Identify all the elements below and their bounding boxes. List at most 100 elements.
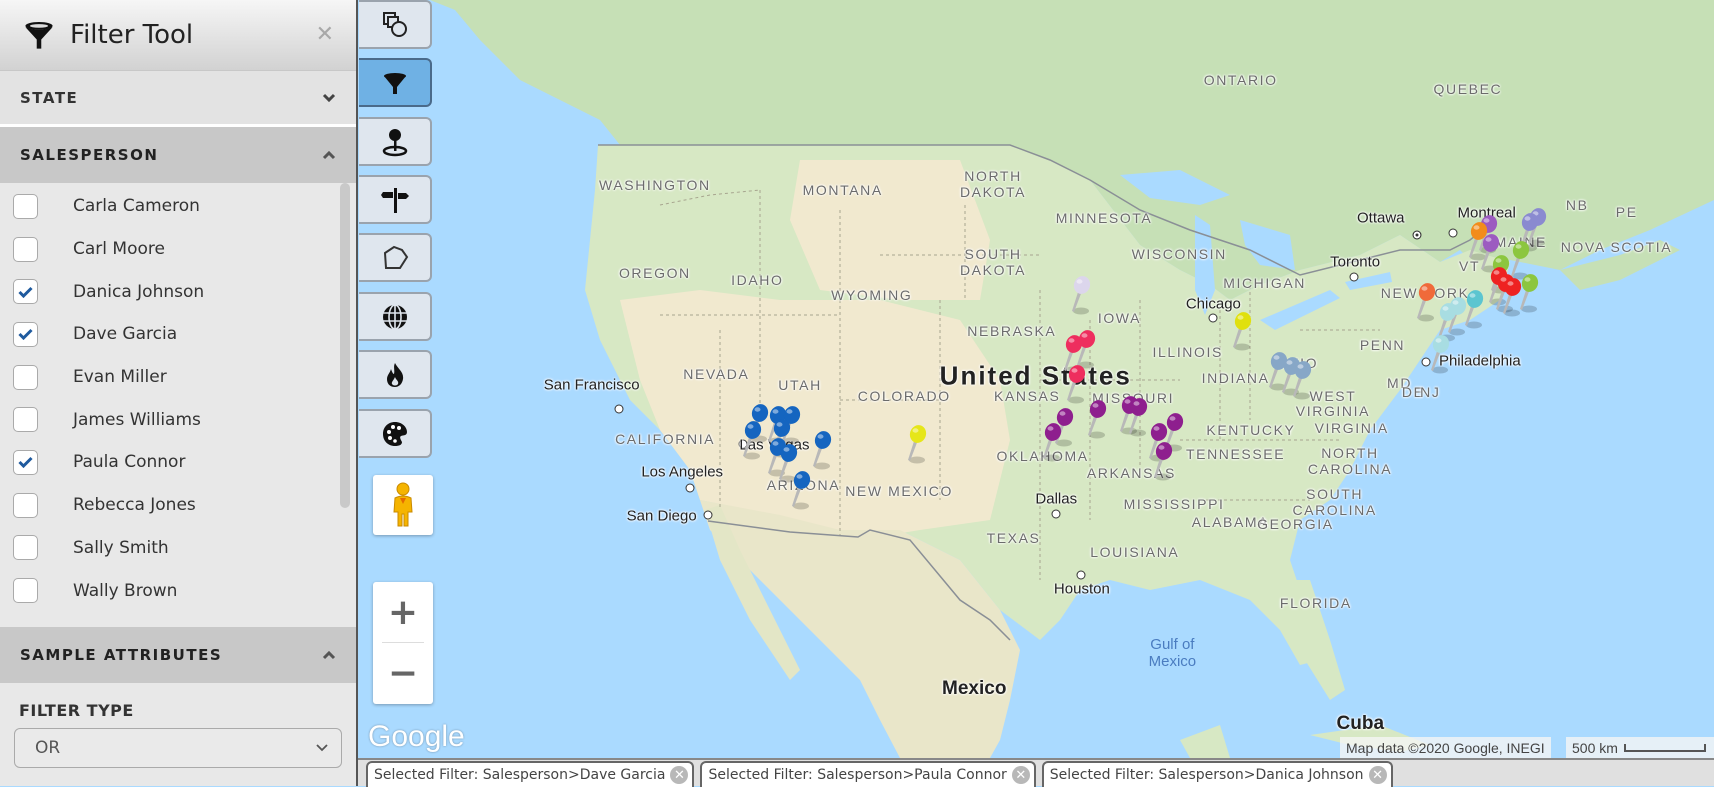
filter-tool-button[interactable] (359, 58, 432, 107)
land-desert (620, 290, 1010, 540)
checkmark-icon (18, 329, 33, 341)
map-pin-icon (382, 128, 407, 156)
salesperson-option[interactable]: Wally Brown (0, 569, 356, 612)
salesperson-name: Dave Garcia (73, 324, 178, 345)
map-pin-marker[interactable] (1500, 277, 1522, 317)
checkbox[interactable] (13, 578, 38, 604)
salesperson-option[interactable]: Danica Johnson (0, 270, 356, 313)
map-basemap (430, 0, 1714, 758)
checkbox[interactable] (13, 321, 38, 347)
salesperson-option[interactable]: Evan Miller (0, 356, 356, 399)
checkbox[interactable] (13, 535, 38, 561)
section-salesperson-header[interactable]: SALESPERSON (0, 127, 356, 183)
salesperson-name: Evan Miller (73, 367, 167, 388)
map-pin-marker[interactable] (740, 420, 762, 460)
salesperson-name: James Williams (73, 409, 201, 430)
map-pin-marker[interactable] (1151, 441, 1173, 481)
pegman-icon (393, 482, 413, 527)
polygon-icon (383, 245, 408, 269)
map-pin-marker[interactable] (1428, 334, 1450, 374)
checkbox[interactable] (13, 407, 38, 433)
checkbox[interactable] (13, 492, 38, 518)
map-pin-marker[interactable] (1064, 364, 1086, 404)
salesperson-option[interactable]: Sally Smith (0, 527, 356, 570)
filter-type-label: FILTER TYPE (19, 701, 134, 720)
signpost-icon (380, 187, 409, 213)
close-icon[interactable]: ✕ (316, 22, 334, 47)
panel-header: Filter Tool ✕ (0, 0, 356, 71)
filter-chip-label: Selected Filter: Salesperson>Danica John… (1049, 767, 1364, 783)
checkbox[interactable] (13, 279, 38, 305)
map-pin-marker[interactable] (1069, 275, 1091, 315)
checkbox[interactable] (13, 193, 38, 219)
filter-chip[interactable]: Selected Filter: Salesperson>Danica John… (1041, 761, 1393, 787)
remove-filter-icon[interactable]: ✕ (1368, 766, 1387, 784)
salesperson-name: Danica Johnson (73, 281, 205, 302)
zoom-out-button[interactable]: − (373, 643, 433, 703)
street-view-pegman[interactable] (373, 475, 433, 535)
globe-icon (382, 303, 407, 330)
filter-chip[interactable]: Selected Filter: Salesperson>Paula Conno… (700, 761, 1036, 787)
salesperson-option[interactable]: Carl Moore (0, 228, 356, 271)
map-pin-marker[interactable] (1126, 397, 1148, 437)
checkbox[interactable] (13, 236, 38, 262)
map-pin-marker[interactable] (1040, 422, 1062, 462)
land-yucatan (1180, 725, 1230, 758)
map-pin-marker[interactable] (905, 424, 927, 464)
panel-title: Filter Tool (70, 20, 194, 50)
checkbox[interactable] (13, 364, 38, 390)
remove-filter-icon[interactable]: ✕ (670, 766, 689, 784)
map-pin-marker[interactable] (1290, 360, 1312, 400)
scrollbar-thumb[interactable] (340, 183, 350, 508)
signpost-tool-button[interactable] (359, 175, 432, 224)
salesperson-option[interactable]: Dave Garcia (0, 313, 356, 356)
salesperson-option[interactable]: Carla Cameron (0, 185, 356, 228)
map-pin-marker[interactable] (789, 470, 811, 510)
city-marker (1448, 228, 1458, 238)
location-tool-button[interactable] (359, 117, 432, 166)
chevron-down-icon (322, 93, 336, 102)
scale-bar (1623, 743, 1706, 752)
salesperson-name: Sally Smith (73, 537, 169, 558)
section-state-header[interactable]: STATE (0, 71, 356, 127)
salesperson-option[interactable]: James Williams (0, 398, 356, 441)
heatmap-tool-button[interactable] (359, 350, 432, 399)
map-pin-marker[interactable] (810, 430, 832, 470)
globe-tool-button[interactable] (359, 292, 432, 341)
city-marker (614, 404, 624, 414)
remove-filter-icon[interactable]: ✕ (1011, 766, 1030, 784)
checkbox[interactable] (13, 449, 38, 475)
chevron-up-icon (322, 650, 336, 660)
salesperson-option[interactable]: Rebecca Jones (0, 484, 356, 527)
palette-icon (382, 421, 407, 446)
shapes-tool-button[interactable] (359, 0, 432, 49)
section-salesperson-label: SALESPERSON (20, 146, 159, 164)
filter-chip-label: Selected Filter: Salesperson>Paula Conno… (708, 767, 1007, 783)
shapes-icon (382, 11, 407, 37)
city-marker (1412, 230, 1422, 240)
checkmark-icon (18, 457, 33, 469)
filter-icon (25, 21, 53, 49)
city-marker (1076, 570, 1086, 580)
filter-type-select[interactable]: OR (14, 728, 342, 768)
salesperson-name: Carla Cameron (73, 196, 200, 217)
map-pin-marker[interactable] (1085, 399, 1107, 439)
map-pin-marker[interactable] (1230, 311, 1252, 351)
salesperson-name: Wally Brown (73, 580, 178, 601)
section-sample-attributes-header[interactable]: SAMPLE ATTRIBUTES (0, 627, 356, 683)
filter-chip[interactable]: Selected Filter: Salesperson>Dave Garcia… (366, 761, 695, 787)
map-canvas[interactable]: COLOMBIASASKATCHEWANNEWFOUNDLANDAND LABR… (358, 0, 1714, 758)
salesperson-option[interactable]: Paula Connor (0, 441, 356, 484)
zoom-in-button[interactable]: + (373, 582, 433, 642)
map-scale[interactable]: 500 km (1566, 737, 1714, 758)
polygon-tool-button[interactable] (359, 233, 432, 282)
fire-icon (386, 362, 403, 387)
city-marker (1051, 509, 1061, 519)
map-attribution[interactable]: Map data ©2020 Google, INEGI (1340, 737, 1551, 758)
zoom-control: + − (373, 582, 433, 704)
palette-tool-button[interactable] (359, 409, 432, 458)
map-pin-marker[interactable] (1414, 282, 1436, 322)
filter-tool-panel: Filter Tool ✕ STATE SALESPERSON Carla Ca… (0, 0, 358, 786)
section-sample-attributes-label: SAMPLE ATTRIBUTES (20, 646, 223, 664)
filter-chip-label: Selected Filter: Salesperson>Dave Garcia (374, 767, 666, 783)
